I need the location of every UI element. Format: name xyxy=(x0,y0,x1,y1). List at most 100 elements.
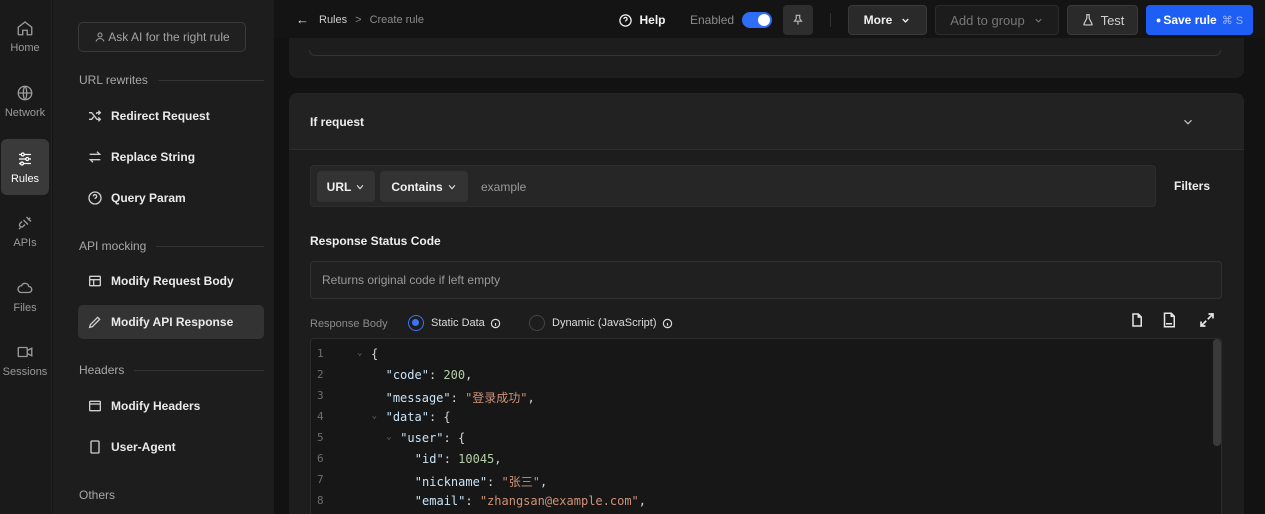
swap-icon xyxy=(88,151,102,163)
section-url-rewrites: URL rewrites xyxy=(79,73,264,87)
json-value: "登录成功" xyxy=(465,391,528,405)
rail-files[interactable]: Files xyxy=(0,268,50,324)
enabled-label: Enabled xyxy=(690,13,735,27)
url-field-select[interactable]: URL xyxy=(317,171,375,202)
operator-select[interactable]: Contains xyxy=(380,171,468,202)
json-comma: , xyxy=(465,368,473,382)
chevron-down-icon[interactable] xyxy=(1181,115,1195,129)
pin-icon xyxy=(793,14,803,25)
video-icon xyxy=(17,346,33,357)
sidebar-item-query-param[interactable]: Query Param xyxy=(78,181,264,215)
section-label: API mocking xyxy=(79,239,147,253)
chevron-down-icon xyxy=(902,18,910,23)
sidebar-item-redirect-request[interactable]: Redirect Request xyxy=(78,99,264,133)
ask-ai-label: Ask AI for the right rule xyxy=(108,30,230,44)
sidebar-item-modify-headers[interactable]: Modify Headers xyxy=(78,389,264,423)
sliders-icon xyxy=(19,151,31,166)
line-number: 3 xyxy=(317,389,324,402)
fold-chevron-icon[interactable]: ⌄ xyxy=(386,432,391,442)
code-line: "user": { xyxy=(400,431,466,445)
sidebar-item-modify-request-body[interactable]: Modify Request Body xyxy=(78,264,264,298)
if-request-title: If request xyxy=(310,115,365,129)
toolbar-divider xyxy=(830,13,831,27)
sidebar-item-modify-api-response[interactable]: Modify API Response xyxy=(78,305,264,339)
plug-icon xyxy=(18,216,32,229)
radio-unchecked xyxy=(529,315,545,331)
status-code-input[interactable] xyxy=(310,261,1222,299)
top-bar: ← Rules > Create rule Help Enabled More xyxy=(274,0,1265,38)
save-rule-button[interactable]: ● Save rule ⌘ S xyxy=(1146,5,1253,35)
dynamic-js-radio[interactable]: Dynamic (JavaScript) xyxy=(529,315,673,331)
sidebar-item-replace-string[interactable]: Replace String xyxy=(78,140,264,174)
section-divider xyxy=(157,79,264,81)
breadcrumb: ← Rules > Create rule xyxy=(296,12,424,27)
editor-scrollbar[interactable] xyxy=(1213,339,1221,446)
home-icon xyxy=(17,20,33,35)
breadcrumb-separator: > xyxy=(355,13,362,26)
browser-icon xyxy=(89,400,101,412)
layout-icon xyxy=(89,275,101,287)
response-status-label: Response Status Code xyxy=(310,234,441,248)
url-filter-row: URL Contains xyxy=(310,165,1156,207)
enabled-toggle[interactable] xyxy=(742,12,773,28)
section-label: Others xyxy=(79,488,116,502)
json-key: "id" xyxy=(414,452,444,466)
info-icon xyxy=(662,318,672,328)
rail-home[interactable]: Home xyxy=(0,8,50,64)
rail-apis[interactable]: APIs xyxy=(0,203,50,259)
flask-icon xyxy=(1082,14,1093,26)
expand-icon[interactable] xyxy=(1198,311,1216,329)
code-line: "code": 200, xyxy=(385,368,473,382)
json-key: "email" xyxy=(414,494,466,508)
ask-ai-button[interactable]: Ask AI for the right rule xyxy=(78,22,246,52)
copy-icon[interactable] xyxy=(1127,311,1145,329)
globe-icon xyxy=(17,85,33,100)
code-line: "message": "登录成功", xyxy=(385,391,535,405)
rail-sessions-label: Sessions xyxy=(2,365,48,378)
back-arrow-icon[interactable]: ← xyxy=(296,12,309,27)
help-label: Help xyxy=(639,13,666,27)
help-button[interactable]: Help xyxy=(614,5,670,35)
section-others: Others xyxy=(79,488,264,502)
rail-rules[interactable]: Rules xyxy=(1,139,49,195)
line-number: 4 xyxy=(317,410,324,423)
dynamic-js-label: Dynamic (JavaScript) xyxy=(552,317,657,329)
breadcrumb-rules[interactable]: Rules xyxy=(319,14,347,26)
section-api-mocking: API mocking xyxy=(79,239,264,253)
test-button[interactable]: Test xyxy=(1067,5,1138,35)
filters-button[interactable]: Filters xyxy=(1174,179,1210,193)
response-body-editor[interactable]: 1 ⌄ {2 "code": 200, 3 "message": "登录成功", 4 ⌄ "da… xyxy=(310,338,1222,514)
cloud-icon xyxy=(17,282,33,293)
sidebar-item-user-agent[interactable]: User-Agent xyxy=(78,430,264,464)
sidebar-item-label: Modify API Response xyxy=(111,315,234,329)
rail-sessions[interactable]: Sessions xyxy=(0,332,50,388)
fold-chevron-icon[interactable]: ⌄ xyxy=(372,411,377,421)
json-value: 10045 xyxy=(458,452,495,466)
shuffle-icon xyxy=(89,110,102,122)
line-number: 2 xyxy=(317,368,324,381)
url-match-input[interactable] xyxy=(481,171,1141,202)
rail-network[interactable]: Network xyxy=(0,73,50,129)
json-key: "data" xyxy=(385,410,429,424)
json-value: "zhangsan@example.com" xyxy=(479,494,639,508)
pin-button[interactable] xyxy=(783,5,813,35)
add-to-group-button[interactable]: Add to group xyxy=(935,5,1059,35)
phone-icon xyxy=(90,440,100,454)
more-button[interactable]: More xyxy=(848,5,927,35)
sidebar-item-label: Modify Request Body xyxy=(111,274,234,288)
json-value: { xyxy=(458,431,466,445)
breadcrumb-current: Create rule xyxy=(369,13,424,26)
json-value: "张三" xyxy=(501,475,540,489)
json-value: { xyxy=(371,347,379,361)
section-divider xyxy=(134,369,264,371)
rule-type-sidebar: Ask AI for the right rule URL rewrites R… xyxy=(53,0,274,514)
question-circle-icon xyxy=(88,191,102,205)
json-value: { xyxy=(443,410,451,424)
app-window: Home Network Rules APIs Files Sessions A… xyxy=(0,0,1265,514)
if-request-header[interactable]: If request xyxy=(289,93,1244,150)
json-comma: , xyxy=(494,452,502,466)
static-data-radio[interactable]: Static Data xyxy=(408,315,501,331)
fold-chevron-icon[interactable]: ⌄ xyxy=(357,348,362,358)
line-number: 8 xyxy=(317,494,324,507)
file-code-icon[interactable] xyxy=(1160,311,1178,329)
